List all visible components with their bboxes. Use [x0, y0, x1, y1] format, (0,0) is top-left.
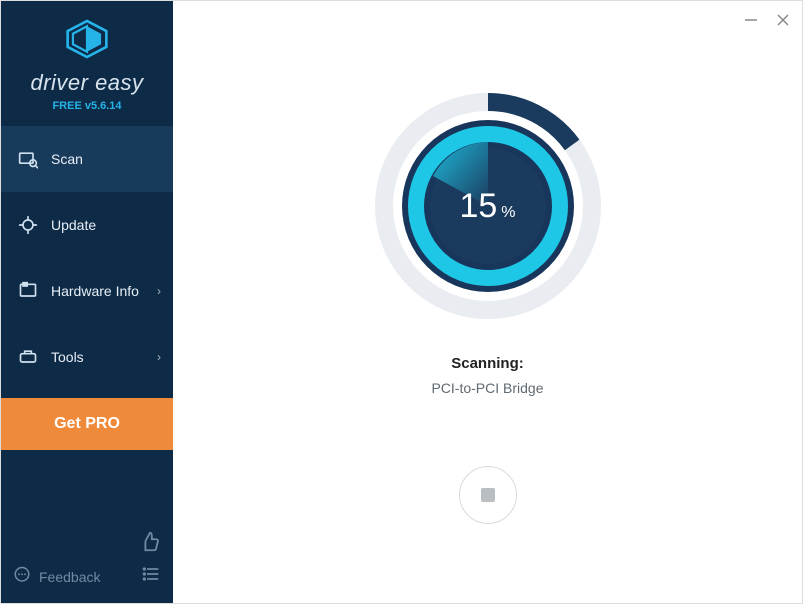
nav-label: Scan	[51, 151, 83, 167]
update-icon	[17, 215, 39, 235]
sidebar: driver easy FREE v5.6.14 Scan Update	[1, 1, 173, 603]
status-label: Scanning:	[451, 355, 524, 372]
chevron-right-icon: ›	[157, 350, 161, 364]
scan-center: 15 % Scanning: PCI-to-PCI Bridge	[173, 1, 802, 524]
get-pro-button[interactable]: Get PRO	[1, 398, 173, 450]
get-pro-label: Get PRO	[54, 415, 120, 433]
menu-icon[interactable]	[141, 564, 161, 589]
thumbs-up-icon[interactable]	[139, 531, 161, 558]
nav-label: Tools	[51, 349, 84, 365]
nav-item-tools[interactable]: Tools ›	[1, 324, 173, 390]
chevron-right-icon: ›	[157, 284, 161, 298]
nav-item-update[interactable]: Update	[1, 192, 173, 258]
chat-icon	[13, 566, 31, 587]
nav-item-scan[interactable]: Scan	[1, 126, 173, 192]
status-current-item: PCI-to-PCI Bridge	[431, 380, 543, 396]
progress-ring: 15 %	[373, 91, 603, 321]
tools-icon	[17, 347, 39, 367]
progress-percent: 15 %	[459, 187, 515, 226]
branding: driver easy FREE v5.6.14	[1, 1, 173, 126]
percent-value: 15	[459, 187, 497, 226]
brand-name: driver easy	[30, 70, 143, 96]
close-button[interactable]	[772, 9, 794, 31]
minimize-button[interactable]	[740, 9, 762, 31]
window-controls	[740, 9, 794, 31]
scan-icon	[17, 149, 39, 169]
sidebar-footer: Feedback	[1, 521, 173, 603]
percent-unit: %	[501, 204, 515, 222]
nav-label: Update	[51, 217, 96, 233]
feedback-button[interactable]: Feedback	[13, 566, 100, 587]
feedback-label: Feedback	[39, 569, 100, 585]
nav-label: Hardware Info	[51, 283, 139, 299]
stop-button[interactable]	[459, 466, 517, 524]
nav-item-hardware-info[interactable]: Hardware Info ›	[1, 258, 173, 324]
stop-icon	[481, 488, 495, 502]
main-panel: 15 % Scanning: PCI-to-PCI Bridge	[173, 1, 802, 603]
hardware-icon	[17, 281, 39, 301]
logo-icon	[65, 19, 109, 64]
version-label: FREE v5.6.14	[52, 100, 121, 112]
nav: Scan Update Hardware Info ›	[1, 126, 173, 390]
